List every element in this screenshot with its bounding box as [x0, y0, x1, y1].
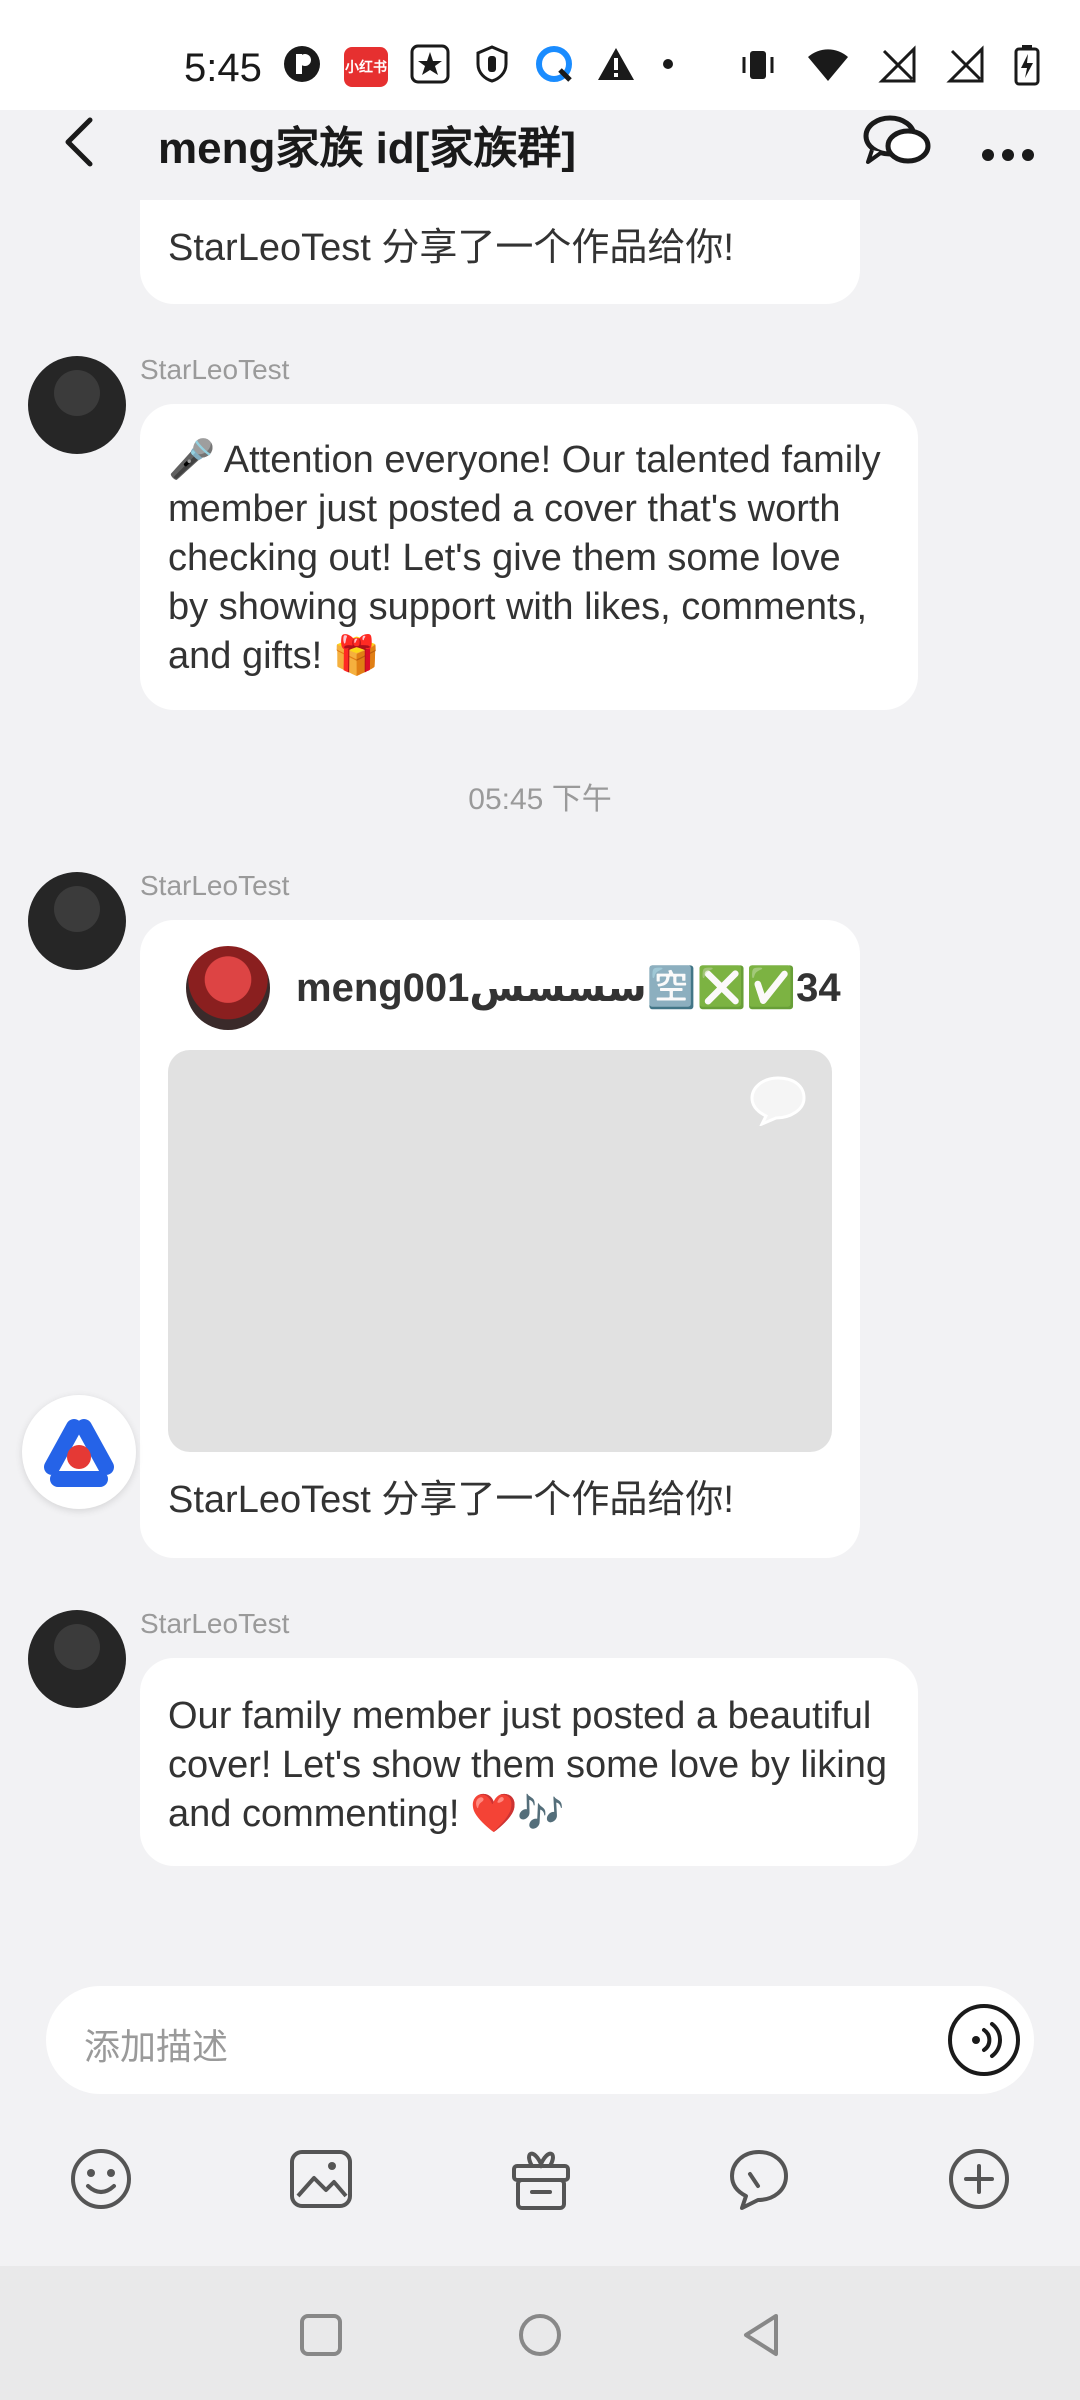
- status-right-icons: [738, 44, 1040, 91]
- gift-icon: [512, 2151, 570, 2210]
- more-dots-icon: [982, 149, 1034, 161]
- vibrate-icon: [738, 45, 778, 90]
- page-title: meng家族 id[家族群]: [158, 124, 576, 173]
- message-timestamp: 05:45 下午: [468, 783, 612, 816]
- no-signal-2-icon: [946, 45, 986, 90]
- battery-charging-icon: [1014, 44, 1040, 91]
- system-nav-bar: [0, 2266, 1080, 2400]
- message-input-placeholder: 添加描述: [84, 2026, 229, 2067]
- message-bubble-text[interactable]: 🎤 Attention everyone! Our talented famil…: [140, 404, 918, 710]
- add-icon: [949, 2149, 1009, 2209]
- message-input[interactable]: 添加描述: [46, 1986, 1034, 2094]
- sender-name: StarLeoTest: [140, 1608, 290, 1639]
- recent-apps-button[interactable]: [296, 2310, 346, 2360]
- voice-wave-icon: [972, 2022, 1002, 2058]
- back-nav-icon: [744, 2314, 778, 2356]
- avatar[interactable]: [28, 872, 126, 970]
- no-signal-1-icon: [878, 45, 918, 90]
- status-bar: 5:45 小红书: [0, 0, 1080, 110]
- sender-name: StarLeoTest: [140, 354, 290, 385]
- chat-bubbles-icon: [863, 115, 931, 164]
- message-bubble-text[interactable]: Our family member just posted a beautifu…: [140, 1658, 918, 1866]
- message-bubble-share-tail[interactable]: StarLeoTest 分享了一个作品给你!: [140, 200, 860, 304]
- card-author-name: meng001سسسس🈳❎✅34: [296, 966, 841, 1010]
- wifi-icon: [806, 45, 850, 90]
- message-text: 🎤 Attention everyone! Our talented famil…: [168, 439, 881, 677]
- app-p-icon: [282, 44, 322, 89]
- recent-apps-icon: [300, 2314, 342, 2356]
- sender-name: StarLeoTest: [140, 870, 290, 901]
- image-icon: [290, 2150, 352, 2208]
- emoji-button[interactable]: [66, 2144, 136, 2214]
- card-author-avatar[interactable]: [186, 946, 270, 1030]
- blue-q-icon: [534, 44, 574, 89]
- card-media-preview[interactable]: [168, 1050, 832, 1452]
- chat-bubble-icon: [730, 2150, 788, 2210]
- share-card[interactable]: meng001سسسس🈳❎✅34 StarLeoTest 分享了一个作品给你!: [140, 920, 860, 1558]
- back-nav-button[interactable]: [736, 2310, 786, 2360]
- floating-assistant-button[interactable]: [22, 1395, 136, 1509]
- status-time: 5:45: [184, 46, 262, 90]
- card-caption: StarLeoTest 分享了一个作品给你!: [168, 1479, 734, 1521]
- message-text: Our family member just posted a beautifu…: [168, 1695, 888, 1835]
- star-badge-icon: [410, 44, 450, 89]
- status-left-icons: 小红书: [282, 44, 678, 89]
- voice-button[interactable]: [948, 2004, 1020, 2076]
- app-red-badge-icon: 小红书: [344, 46, 388, 87]
- assistant-logo-icon: [44, 1419, 114, 1487]
- home-button[interactable]: [515, 2310, 565, 2360]
- back-button[interactable]: [52, 112, 112, 172]
- home-icon: [519, 2314, 561, 2356]
- chat-bubble-icon: [750, 1076, 806, 1126]
- more-button[interactable]: [980, 126, 1036, 176]
- gift-button[interactable]: [506, 2144, 576, 2214]
- avatar[interactable]: [28, 356, 126, 454]
- dot-icon: [658, 44, 678, 89]
- shield-icon: [472, 44, 512, 89]
- warning-icon: [596, 44, 636, 89]
- input-toolbar: [0, 2130, 1080, 2250]
- group-chat-button[interactable]: [862, 112, 934, 172]
- image-button[interactable]: [286, 2144, 356, 2214]
- avatar[interactable]: [28, 1610, 126, 1708]
- chevron-left-icon: [65, 117, 93, 167]
- emoji-icon: [71, 2149, 131, 2209]
- add-button[interactable]: [944, 2144, 1014, 2214]
- message-text: StarLeoTest 分享了一个作品给你!: [168, 227, 734, 269]
- chat-bubble-button[interactable]: [724, 2144, 794, 2214]
